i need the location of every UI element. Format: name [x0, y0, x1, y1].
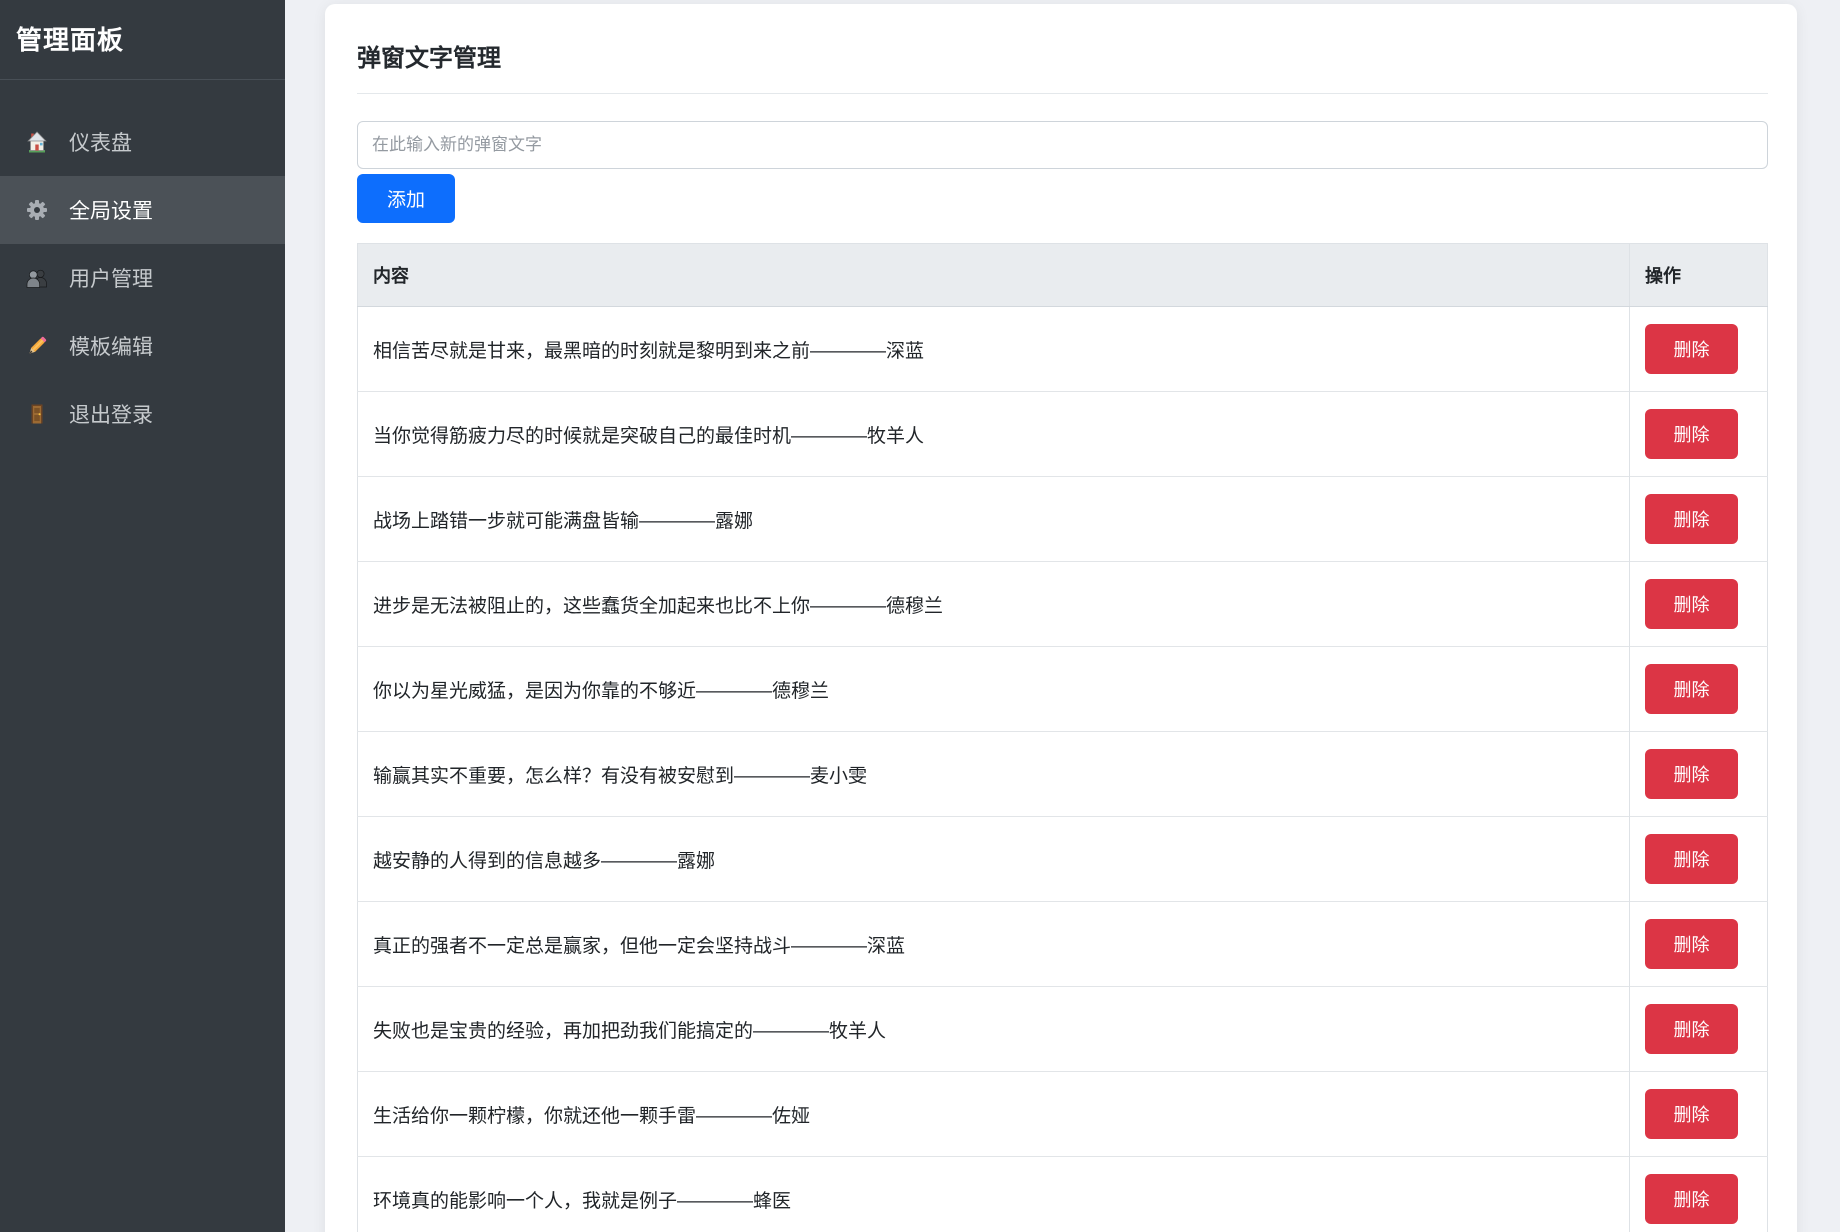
action-cell: 删除: [1630, 1072, 1768, 1157]
delete-button[interactable]: 删除: [1645, 579, 1738, 629]
action-cell: 删除: [1630, 647, 1768, 732]
quote-text: 生活给你一颗柠檬，你就还他一颗手雷————佐娅: [358, 1072, 1630, 1157]
delete-button[interactable]: 删除: [1645, 834, 1738, 884]
table-row: 相信苦尽就是甘来，最黑暗的时刻就是黎明到来之前————深蓝删除: [358, 307, 1768, 392]
table-row: 环境真的能影响一个人，我就是例子————蜂医删除: [358, 1157, 1768, 1232]
delete-button[interactable]: 删除: [1645, 1174, 1738, 1224]
quote-text: 失败也是宝贵的经验，再加把劲我们能搞定的————牧羊人: [358, 987, 1630, 1072]
delete-button[interactable]: 删除: [1645, 749, 1738, 799]
table-row: 失败也是宝贵的经验，再加把劲我们能搞定的————牧羊人删除: [358, 987, 1768, 1072]
add-button[interactable]: 添加: [357, 174, 455, 223]
delete-button[interactable]: 删除: [1645, 494, 1738, 544]
sidebar-item-1[interactable]: 仪表盘: [0, 108, 285, 176]
pencil-icon: [25, 334, 49, 358]
table-row: 生活给你一颗柠檬，你就还他一颗手雷————佐娅删除: [358, 1072, 1768, 1157]
delete-button[interactable]: 删除: [1645, 1004, 1738, 1054]
action-cell: 删除: [1630, 1157, 1768, 1232]
action-cell: 删除: [1630, 477, 1768, 562]
delete-button[interactable]: 删除: [1645, 919, 1738, 969]
sidebar-item-label: 模板编辑: [69, 331, 153, 361]
main-area: 弹窗文字管理 添加 内容 操作 相信苦尽就是甘来，最黑暗的时刻就是黎明到来之前—…: [285, 0, 1840, 1232]
sidebar-divider: [0, 79, 285, 80]
sidebar-item-label: 仪表盘: [69, 127, 132, 157]
table-row: 战场上踏错一步就可能满盘皆输————露娜删除: [358, 477, 1768, 562]
action-cell: 删除: [1630, 732, 1768, 817]
quote-text: 越安静的人得到的信息越多————露娜: [358, 817, 1630, 902]
house-icon: [25, 130, 49, 154]
action-cell: 删除: [1630, 987, 1768, 1072]
quote-text: 你以为星光威猛，是因为你靠的不够近————德穆兰: [358, 647, 1630, 732]
sidebar-item-label: 用户管理: [69, 263, 153, 293]
sidebar: 管理面板 仪表盘全局设置用户管理模板编辑退出登录: [0, 0, 285, 1232]
app-title: 管理面板: [0, 0, 285, 79]
page-title: 弹窗文字管理: [357, 38, 1768, 73]
sidebar-item-4[interactable]: 模板编辑: [0, 312, 285, 380]
title-divider: [357, 93, 1768, 94]
users-icon: [25, 266, 49, 290]
action-cell: 删除: [1630, 307, 1768, 392]
quote-text: 当你觉得筋疲力尽的时候就是突破自己的最佳时机————牧羊人: [358, 392, 1630, 477]
quote-text: 输赢其实不重要，怎么样？有没有被安慰到————麦小雯: [358, 732, 1630, 817]
table-row: 当你觉得筋疲力尽的时候就是突破自己的最佳时机————牧羊人删除: [358, 392, 1768, 477]
delete-button[interactable]: 删除: [1645, 1089, 1738, 1139]
popup-text-card: 弹窗文字管理 添加 内容 操作 相信苦尽就是甘来，最黑暗的时刻就是黎明到来之前—…: [325, 4, 1797, 1232]
quote-text: 战场上踏错一步就可能满盘皆输————露娜: [358, 477, 1630, 562]
new-popup-text-input[interactable]: [357, 121, 1768, 169]
content-column-header: 内容: [358, 244, 1630, 307]
action-cell: 删除: [1630, 902, 1768, 987]
quote-text: 进步是无法被阻止的，这些蠢货全加起来也比不上你————德穆兰: [358, 562, 1630, 647]
action-cell: 删除: [1630, 562, 1768, 647]
sidebar-item-3[interactable]: 用户管理: [0, 244, 285, 312]
table-row: 进步是无法被阻止的，这些蠢货全加起来也比不上你————德穆兰删除: [358, 562, 1768, 647]
gear-icon: [25, 198, 49, 222]
table-row: 输赢其实不重要，怎么样？有没有被安慰到————麦小雯删除: [358, 732, 1768, 817]
quote-text: 环境真的能影响一个人，我就是例子————蜂医: [358, 1157, 1630, 1232]
table-row: 真正的强者不一定总是赢家，但他一定会坚持战斗————深蓝删除: [358, 902, 1768, 987]
table-row: 越安静的人得到的信息越多————露娜删除: [358, 817, 1768, 902]
action-cell: 删除: [1630, 392, 1768, 477]
sidebar-nav: 仪表盘全局设置用户管理模板编辑退出登录: [0, 108, 285, 448]
table-header-row: 内容 操作: [358, 244, 1768, 307]
sidebar-item-2[interactable]: 全局设置: [0, 176, 285, 244]
delete-button[interactable]: 删除: [1645, 409, 1738, 459]
delete-button[interactable]: 删除: [1645, 324, 1738, 374]
sidebar-item-label: 全局设置: [69, 195, 153, 225]
action-column-header: 操作: [1630, 244, 1768, 307]
table-row: 你以为星光威猛，是因为你靠的不够近————德穆兰删除: [358, 647, 1768, 732]
sidebar-item-label: 退出登录: [69, 399, 153, 429]
delete-button[interactable]: 删除: [1645, 664, 1738, 714]
door-icon: [25, 402, 49, 426]
quote-text: 真正的强者不一定总是赢家，但他一定会坚持战斗————深蓝: [358, 902, 1630, 987]
action-cell: 删除: [1630, 817, 1768, 902]
sidebar-item-5[interactable]: 退出登录: [0, 380, 285, 448]
quote-text: 相信苦尽就是甘来，最黑暗的时刻就是黎明到来之前————深蓝: [358, 307, 1630, 392]
popup-text-table: 内容 操作 相信苦尽就是甘来，最黑暗的时刻就是黎明到来之前————深蓝删除当你觉…: [357, 243, 1768, 1232]
